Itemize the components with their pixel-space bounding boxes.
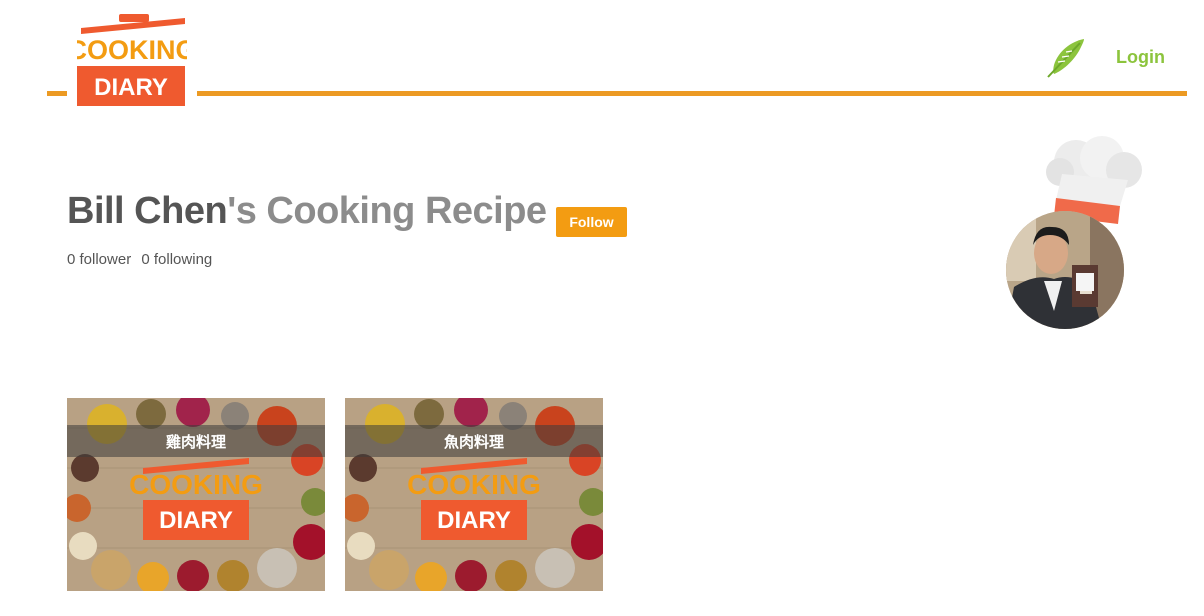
recipe-card[interactable]: COOKING DIARY 雞肉料理: [67, 398, 325, 591]
follow-button[interactable]: Follow: [556, 207, 627, 237]
following-count[interactable]: 0 following: [141, 251, 212, 268]
recipe-title[interactable]: 雞肉料理: [67, 431, 325, 452]
cover-logo-bottom: DIARY: [159, 507, 233, 534]
logo-bottom-text: DIARY: [94, 74, 168, 101]
cover-logo-bottom: DIARY: [437, 507, 511, 534]
page-title: Bill Chen's Cooking Recipe: [67, 190, 547, 233]
recipe-card[interactable]: COOKING DIARY 魚肉料理: [345, 398, 603, 591]
profile-title-suffix: 's Cooking Recipe: [227, 190, 547, 232]
profile-name: Bill Chen: [67, 190, 228, 232]
logo-top-text: COOKING: [77, 35, 187, 65]
cover-logo-top: COOKING: [129, 469, 263, 500]
followers-count[interactable]: 0 follower: [67, 251, 131, 268]
login-link[interactable]: Login: [1116, 47, 1165, 68]
feather-icon: [1044, 37, 1086, 79]
cover-logo-top: COOKING: [407, 469, 541, 500]
cooking-diary-logo[interactable]: COOKING DIARY: [67, 14, 197, 108]
header-divider: [47, 91, 1187, 96]
avatar[interactable]: [1006, 211, 1124, 329]
follow-stats: 0 follower 0 following: [67, 251, 218, 268]
recipe-title[interactable]: 魚肉料理: [345, 431, 603, 452]
